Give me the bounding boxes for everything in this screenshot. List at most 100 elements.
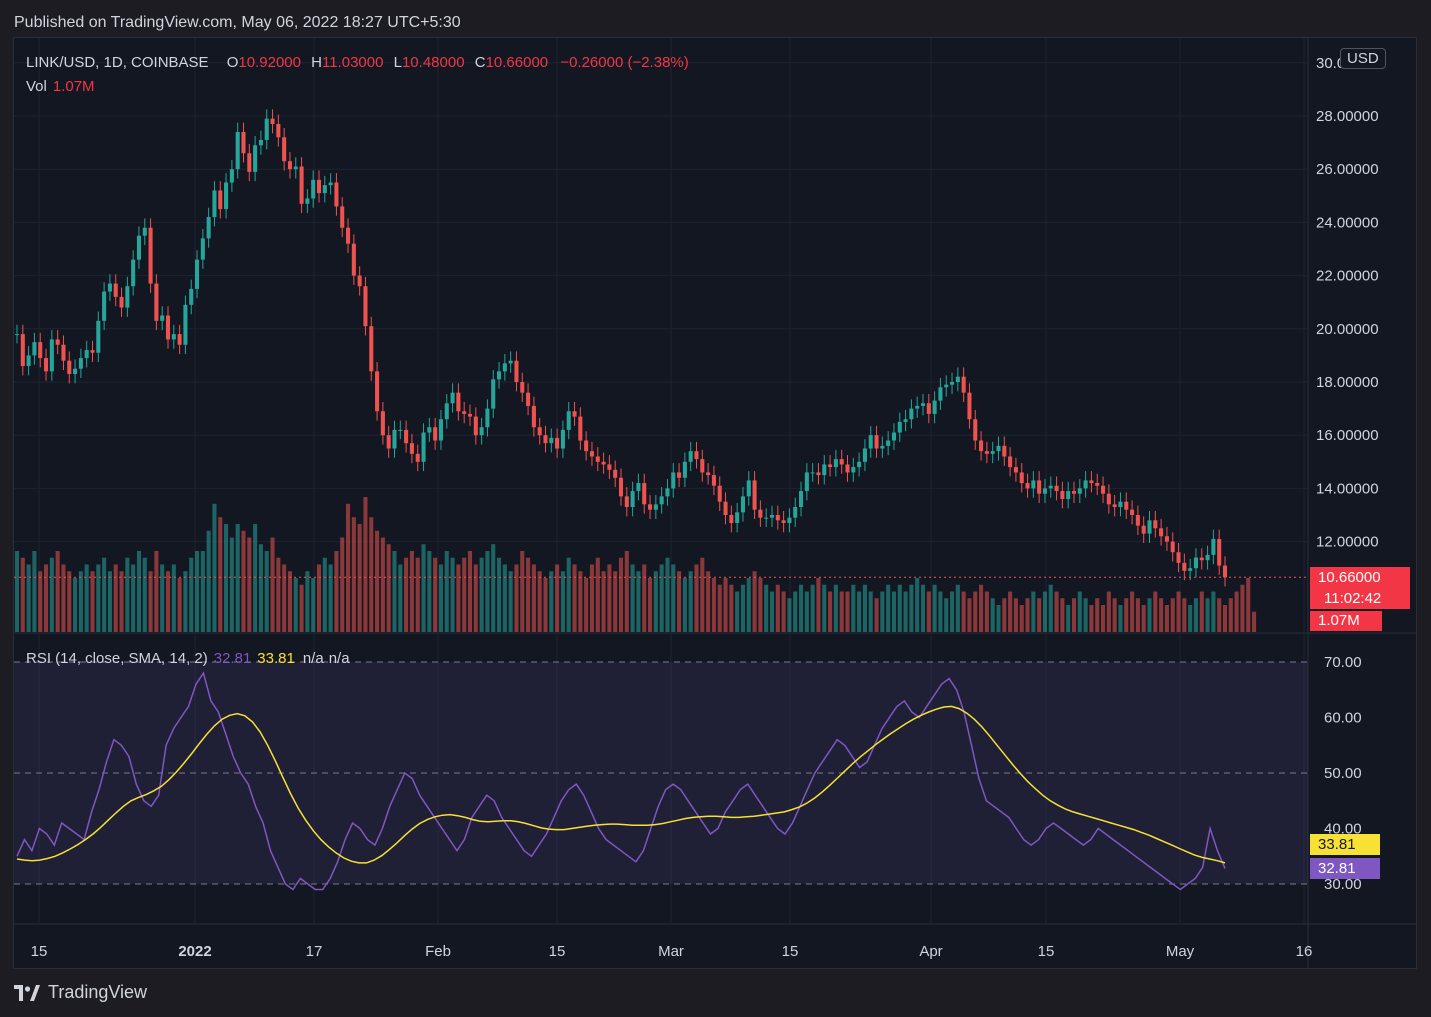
candle-body <box>55 339 60 345</box>
volume-bar <box>1222 605 1228 632</box>
volume-bar <box>375 530 380 632</box>
volume-bar <box>1025 598 1030 632</box>
candle-body <box>287 161 292 170</box>
volume-bar <box>915 578 920 632</box>
volume-bar <box>752 571 757 632</box>
volume-bar <box>328 564 333 632</box>
currency-button[interactable]: USD <box>1340 48 1386 69</box>
candle-body <box>340 206 345 228</box>
volume-bar <box>1048 584 1053 632</box>
candle-body <box>537 427 542 436</box>
volume-bar <box>909 584 914 632</box>
volume-bar <box>1164 605 1169 632</box>
change-value: −0.26000 (−2.38%) <box>560 54 689 71</box>
candle-body <box>746 480 751 497</box>
volume-bar <box>485 551 490 632</box>
footer-branding[interactable]: TradingView <box>14 982 147 1003</box>
candle-body <box>67 360 72 375</box>
candle-body <box>729 515 734 523</box>
volume-bar <box>224 524 229 632</box>
candle-body <box>706 472 711 476</box>
candle-body <box>218 190 223 210</box>
volume-bar <box>282 564 287 632</box>
candle-body <box>386 435 391 449</box>
rsi-label[interactable]: RSI (14, close, SMA, 14, 2) <box>26 650 208 667</box>
chart-canvas[interactable]: 15202217Feb15Mar15Apr15May1630.0000028.0… <box>14 38 1417 969</box>
volume-bar <box>1240 584 1245 632</box>
high-value: 11.03000 <box>322 54 384 71</box>
candle-body <box>1025 483 1030 489</box>
candle-body <box>758 509 763 518</box>
candle-body <box>578 416 583 441</box>
candle-body <box>1159 528 1164 537</box>
volume-label[interactable]: Vol <box>26 78 47 95</box>
candle-body <box>973 419 978 441</box>
candle-body <box>467 413 473 417</box>
volume-bar <box>514 564 519 632</box>
time-axis-label: Apr <box>919 943 942 960</box>
volume-bar <box>49 557 54 632</box>
candle-body <box>880 445 885 449</box>
volume-bar <box>799 584 804 632</box>
candle-body <box>787 517 792 523</box>
candle-body <box>404 429 409 444</box>
volume-bar <box>711 578 716 632</box>
symbol-label[interactable]: LINK/USD, 1D, COINBASE <box>26 54 209 71</box>
volume-bar <box>1147 598 1152 632</box>
candle-body <box>49 339 54 372</box>
candle-body <box>398 429 403 431</box>
volume-bar <box>706 571 711 632</box>
volume-bar <box>363 497 368 632</box>
candle-body <box>572 411 577 417</box>
candle-body <box>1147 520 1152 534</box>
na-value-2: n/a <box>328 650 350 667</box>
volume-bar <box>386 544 391 632</box>
volume-bar <box>944 598 949 632</box>
price-scale-label: 12.00000 <box>1316 534 1379 551</box>
volume-bar <box>618 557 624 632</box>
volume-bar <box>1089 605 1094 632</box>
candle-body <box>90 350 95 353</box>
volume-bar <box>810 584 815 632</box>
volume-bar <box>572 564 577 632</box>
chart-frame[interactable]: 15202217Feb15Mar15Apr15May1630.0000028.0… <box>13 37 1417 969</box>
candle-body <box>224 182 229 210</box>
candle-body <box>566 411 571 430</box>
candle-body <box>926 403 931 414</box>
countdown-tag: 11:02:42 <box>1310 589 1410 609</box>
volume-bar <box>723 578 728 632</box>
volume-bar <box>497 557 502 632</box>
candle-body <box>1066 491 1071 500</box>
candle-body <box>113 283 118 297</box>
volume-bar <box>1106 591 1111 632</box>
volume-bar <box>555 564 560 632</box>
volume-bar <box>857 591 862 632</box>
volume-bar <box>578 571 583 632</box>
volume-bar <box>305 571 310 632</box>
volume-bar <box>851 584 856 632</box>
volume-bar <box>113 564 118 632</box>
candle-body <box>1071 491 1077 494</box>
volume-bar <box>142 557 147 632</box>
candle-body <box>549 437 554 444</box>
candle-body <box>961 376 966 393</box>
sma-legend-value: 33.81 <box>257 650 295 667</box>
candle-body <box>212 190 217 218</box>
volume-bar <box>537 571 542 632</box>
candle-body <box>299 166 304 204</box>
candle-body <box>346 227 351 244</box>
volume-bar <box>119 571 124 632</box>
volume-bar <box>677 571 682 632</box>
candle-body <box>102 291 107 321</box>
volume-bar <box>415 557 420 632</box>
volume-bar <box>746 578 751 632</box>
candle-body <box>735 512 740 523</box>
volume-bar <box>270 537 275 632</box>
time-axis-label: May <box>1166 943 1195 960</box>
volume-bar <box>1112 598 1117 632</box>
volume-bar <box>334 551 339 632</box>
candle-body <box>241 131 246 154</box>
volume-bar <box>26 564 31 632</box>
candle-body <box>380 411 385 436</box>
price-scale-label: 18.00000 <box>1316 374 1379 391</box>
